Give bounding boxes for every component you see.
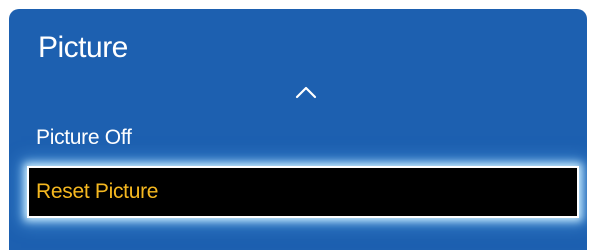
menu-item-picture-off[interactable]: Picture Off [36, 127, 132, 148]
menu-item-reset-picture[interactable]: Reset Picture [27, 166, 579, 218]
menu-title: Picture [38, 31, 128, 64]
picture-menu-panel: Picture Picture Off Reset Picture [9, 9, 587, 250]
chevron-up-icon[interactable] [295, 85, 317, 99]
menu-item-label: Reset Picture [36, 180, 159, 203]
